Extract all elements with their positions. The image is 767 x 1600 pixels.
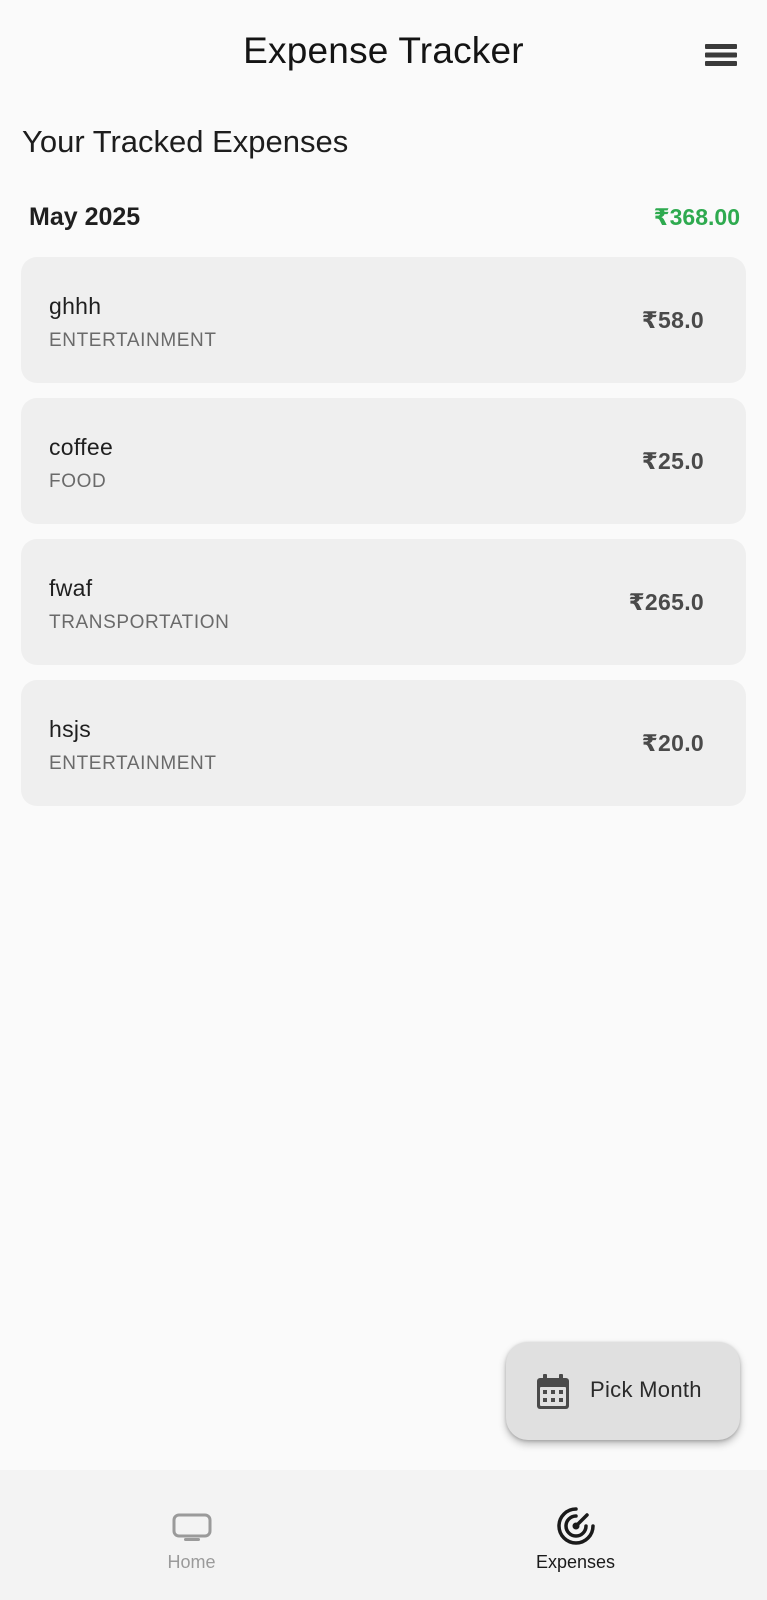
- menu-button[interactable]: [701, 38, 741, 72]
- expense-name: ghhh: [49, 293, 102, 319]
- expense-card[interactable]: ghhh ENTERTAINMENT ₹58.0: [21, 257, 746, 383]
- expense-category: ENTERTAINMENT: [49, 330, 217, 351]
- bottom-navigation: Home Expenses: [0, 1470, 767, 1600]
- expense-name: fwaf: [49, 575, 93, 601]
- nav-label-home: Home: [167, 1552, 216, 1572]
- section-title: Your Tracked Expenses: [22, 124, 349, 159]
- expense-category: FOOD: [49, 471, 107, 492]
- expense-category: ENTERTAINMENT: [49, 753, 217, 774]
- expense-card[interactable]: fwaf TRANSPORTATION ₹265.0: [21, 539, 746, 665]
- nav-label-expenses: Expenses: [535, 1552, 616, 1572]
- month-label: May 2025: [29, 202, 141, 231]
- expense-card[interactable]: hsjs ENTERTAINMENT ₹20.0: [21, 680, 746, 806]
- expense-list: ghhh ENTERTAINMENT ₹58.0 coffee FOOD ₹25…: [21, 257, 746, 821]
- expense-amount: ₹265.0: [628, 589, 704, 615]
- expense-name: hsjs: [49, 716, 92, 742]
- hamburger-menu-icon: [705, 44, 737, 66]
- nav-item-expenses[interactable]: Expenses: [384, 1470, 767, 1600]
- tv-icon: [172, 1513, 211, 1541]
- expense-category: TRANSPORTATION: [49, 612, 230, 633]
- app-bar: Expense Tracker: [0, 0, 767, 108]
- calendar-icon: [537, 1374, 569, 1409]
- month-total: ₹368.00: [653, 203, 740, 230]
- expense-card[interactable]: coffee FOOD ₹25.0: [21, 398, 746, 524]
- app-title: Expense Tracker: [243, 30, 524, 71]
- expense-amount: ₹58.0: [641, 307, 704, 333]
- expense-amount: ₹25.0: [641, 448, 704, 474]
- radar-icon: [556, 1507, 595, 1545]
- pick-month-button[interactable]: Pick Month: [506, 1342, 740, 1440]
- month-summary: May 2025 ₹368.00: [29, 200, 740, 234]
- expense-name: coffee: [49, 434, 114, 460]
- expense-amount: ₹20.0: [641, 730, 704, 756]
- nav-item-home[interactable]: Home: [0, 1470, 383, 1600]
- pick-month-label: Pick Month: [590, 1377, 702, 1402]
